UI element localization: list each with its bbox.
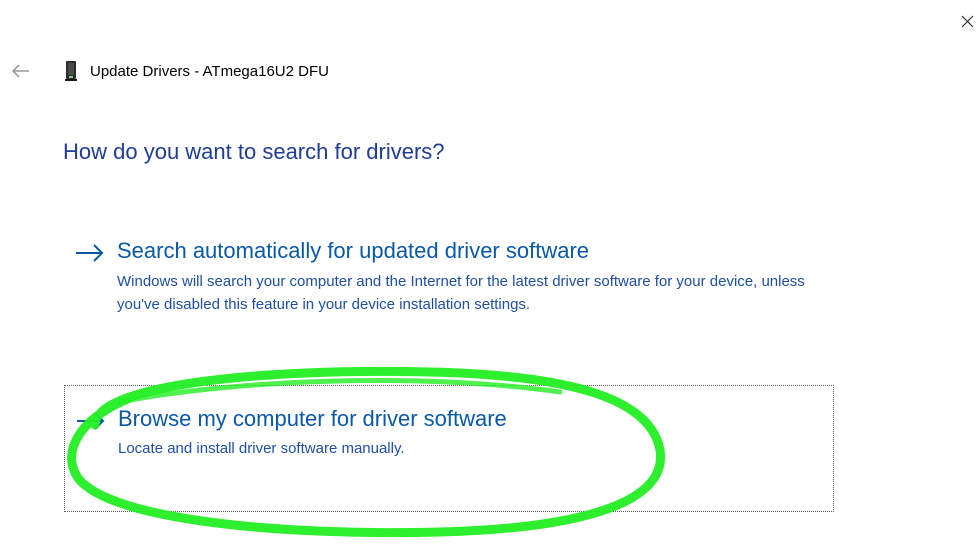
browse-computer-title: Browse my computer for driver software [118, 406, 507, 431]
arrow-right-icon [77, 412, 105, 430]
close-button[interactable] [956, 10, 980, 34]
usb-device-icon [65, 61, 77, 81]
search-automatically-description: Windows will search your computer and th… [117, 273, 805, 313]
back-arrow-icon [12, 64, 29, 78]
update-drivers-window: Update Drivers - ATmega16U2 DFU How do y… [0, 0, 980, 546]
page-heading: How do you want to search for drivers? [63, 139, 445, 164]
title-bar: Update Drivers - ATmega16U2 DFU [8, 58, 329, 84]
window-title: Update Drivers - ATmega16U2 DFU [90, 62, 329, 80]
browse-computer-option[interactable]: Browse my computer for driver software L… [64, 385, 834, 512]
back-button[interactable] [8, 58, 34, 84]
search-automatically-title: Search automatically for updated driver … [117, 238, 590, 263]
search-automatically-option[interactable]: Search automatically for updated driver … [64, 233, 834, 343]
browse-computer-description: Locate and install driver software manua… [118, 440, 405, 457]
arrow-right-icon [76, 244, 104, 262]
close-icon [961, 15, 974, 28]
